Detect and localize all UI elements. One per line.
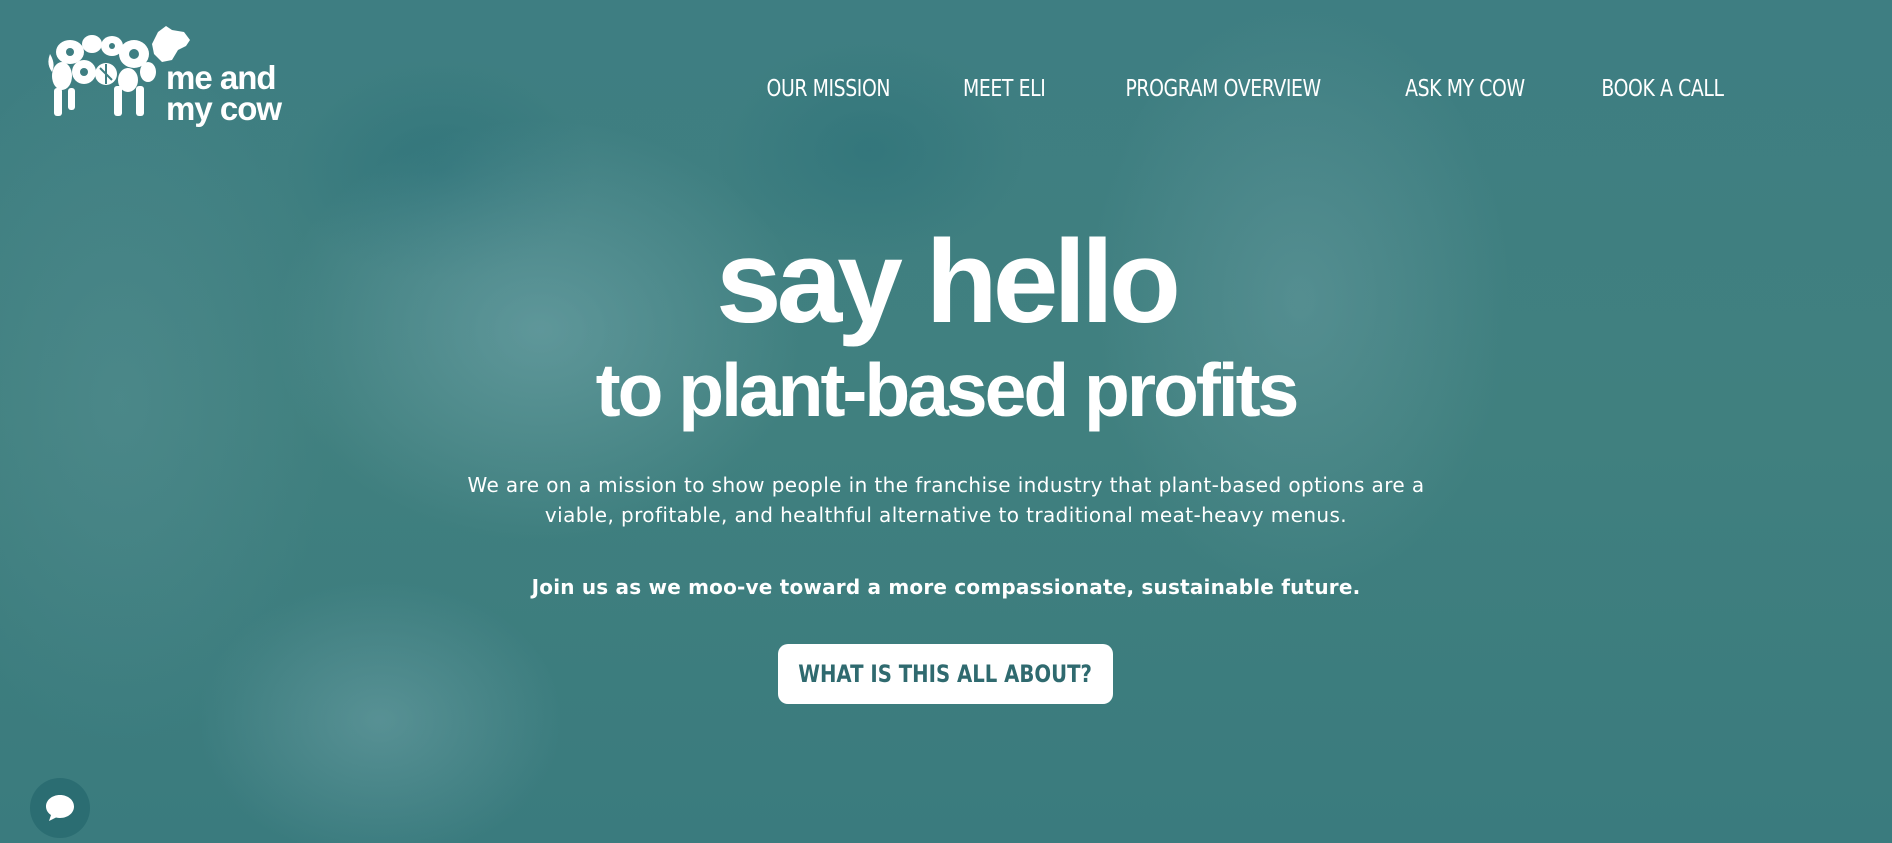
hero-headline: say hello bbox=[715, 216, 1181, 348]
nav-item-our-mission[interactable]: OUR MISSION bbox=[766, 76, 890, 102]
what-is-this-button-label: WHAT IS THIS ALL ABOUT? bbox=[798, 660, 1093, 688]
logo-line-2: my cow bbox=[166, 90, 282, 127]
site-logo[interactable]: me and my cow bbox=[48, 24, 298, 127]
hero-description: We are on a mission to show people in th… bbox=[0, 470, 1892, 530]
nav-item-program-overview[interactable]: PROGRAM OVERVIEW bbox=[1125, 76, 1321, 102]
main-navigation: OUR MISSION MEET ELI PROGRAM OVERVIEW AS… bbox=[753, 76, 1737, 102]
hero-description-line-1: We are on a mission to show people in th… bbox=[467, 473, 1425, 497]
hero-description-line-2: viable, profitable, and healthful altern… bbox=[544, 503, 1348, 527]
logo-wordmark: me and my cow bbox=[166, 59, 282, 127]
hero-tagline: Join us as we moo-ve toward a more compa… bbox=[531, 575, 1361, 599]
logo-line-1: me and bbox=[166, 59, 277, 96]
nav-item-ask-my-cow[interactable]: ASK MY COW bbox=[1405, 76, 1525, 102]
chat-widget-button[interactable] bbox=[30, 778, 90, 838]
hero-subheadline: to plant-based profits bbox=[595, 348, 1300, 432]
what-is-this-button[interactable]: WHAT IS THIS ALL ABOUT? bbox=[778, 644, 1113, 704]
nav-item-book-a-call[interactable]: BOOK A CALL bbox=[1601, 76, 1724, 102]
chat-bubble-icon bbox=[46, 795, 74, 821]
hero-section: me and my cow OUR MISSION MEET ELI PROGR… bbox=[0, 0, 1892, 843]
nav-item-meet-eli[interactable]: MEET ELI bbox=[963, 76, 1046, 102]
